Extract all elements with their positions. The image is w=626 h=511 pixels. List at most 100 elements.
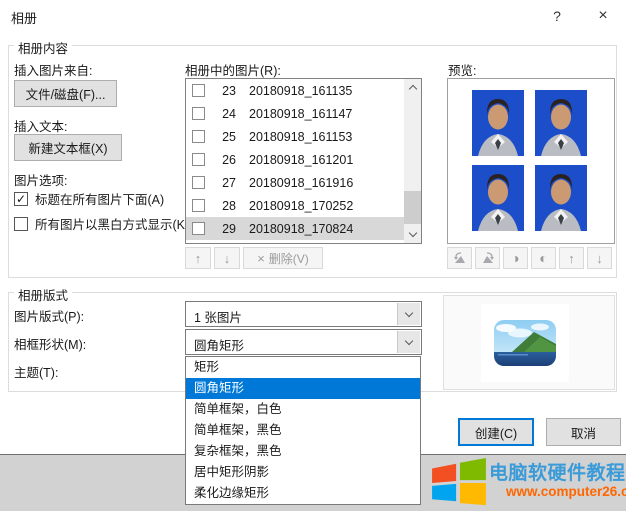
layout-preview-card: [481, 304, 569, 382]
list-scrollbar[interactable]: [404, 79, 421, 243]
frame-shape-option[interactable]: 复杂框架，黑色: [186, 441, 420, 462]
rotate-left-icon: [453, 252, 467, 264]
increase-brightness-button[interactable]: ↑: [559, 247, 584, 269]
picture-list-item-selected[interactable]: 29 20180918_170824: [186, 217, 404, 240]
picture-item-name: 20180918_161135: [249, 84, 352, 98]
move-down-button[interactable]: ↓: [214, 247, 240, 269]
scroll-up-icon[interactable]: [404, 79, 421, 96]
picture-item-checkbox[interactable]: [192, 176, 205, 189]
decrease-contrast-icon: ◐: [539, 251, 547, 265]
picture-item-name: 20180918_170824: [249, 222, 353, 236]
id-photo: [535, 165, 587, 231]
preview-photo-sheet: [472, 90, 587, 231]
help-icon[interactable]: ?: [540, 4, 574, 28]
chevron-down-icon[interactable]: [397, 303, 420, 325]
up-arrow-icon: ↑: [195, 252, 202, 265]
frame-shape-option[interactable]: 矩形: [186, 357, 420, 378]
picture-layout-label: 图片版式(P):: [14, 306, 84, 325]
picture-item-number: 23: [214, 84, 236, 98]
all-pictures-black-white-checkbox[interactable]: 所有图片以黑白方式显示(K): [14, 214, 189, 233]
picture-item-checkbox[interactable]: [192, 153, 205, 166]
chevron-down-icon[interactable]: [397, 331, 420, 353]
increase-contrast-icon: ◑: [511, 251, 519, 265]
preview-pane: [447, 78, 615, 244]
picture-layout-value: 1 张图片: [194, 307, 242, 326]
pictures-in-album-label: 相册中的图片(R):: [185, 60, 281, 79]
checkbox-unchecked-icon: [14, 217, 28, 231]
insert-from-label: 插入图片来自:: [14, 60, 92, 79]
picture-item-number: 24: [214, 107, 236, 121]
picture-layout-combobox[interactable]: 1 张图片: [185, 301, 422, 327]
all-pictures-black-white-label: 所有图片以黑白方式显示(K): [35, 214, 189, 233]
picture-item-checkbox[interactable]: [192, 199, 205, 212]
pictures-listbox[interactable]: 23 20180918_161135 24 20180918_161147 25…: [185, 78, 422, 244]
layout-preview-panel: [443, 295, 615, 390]
frame-shape-dropdown: 矩形 圆角矩形 简单框架，白色 简单框架，黑色 复杂框架，黑色 居中矩形阴影 柔…: [185, 356, 421, 505]
increase-contrast-button[interactable]: ◑: [503, 247, 528, 269]
picture-list-item[interactable]: 24 20180918_161147: [186, 102, 404, 125]
id-photo: [472, 165, 524, 231]
frame-shape-option[interactable]: 柔化边缘矩形: [186, 483, 420, 504]
picture-item-name: 20180918_170252: [249, 199, 353, 213]
picture-item-number: 27: [214, 176, 236, 190]
delete-x-icon: ×: [257, 252, 265, 265]
close-icon[interactable]: ×: [586, 4, 620, 28]
frame-shape-combobox[interactable]: 圆角矩形: [185, 329, 422, 355]
album-content-group-label: 相册内容: [14, 38, 72, 57]
picture-item-number: 25: [214, 130, 236, 144]
delete-button-label: 删除(V): [269, 250, 309, 267]
frame-shape-option[interactable]: 简单框架，白色: [186, 399, 420, 420]
decrease-contrast-button[interactable]: ◐: [531, 247, 556, 269]
picture-list-item[interactable]: 26 20180918_161201: [186, 148, 404, 171]
new-textbox-button[interactable]: 新建文本框(X): [14, 134, 122, 161]
picture-item-checkbox[interactable]: [192, 222, 205, 235]
picture-item-number: 28: [214, 199, 236, 213]
windows-logo-icon: [430, 457, 488, 507]
frame-shape-option[interactable]: 居中矩形阴影: [186, 462, 420, 483]
id-photo: [472, 90, 524, 156]
down-arrow-icon: ↓: [224, 252, 231, 265]
rounded-rectangle-landscape-thumbnail: [494, 320, 556, 366]
frame-shape-label: 相框形状(M):: [14, 334, 86, 353]
page-background: 相册 ? × 相册内容 插入图片来自: 文件/磁盘(F)... 插入文本: 新建…: [0, 0, 626, 511]
cancel-button[interactable]: 取消: [546, 418, 621, 446]
insert-text-label: 插入文本:: [14, 116, 67, 135]
scroll-down-icon[interactable]: [404, 226, 421, 243]
picture-item-number: 26: [214, 153, 236, 167]
captions-below-pictures-checkbox[interactable]: ✓ 标题在所有图片下面(A): [14, 189, 164, 208]
frame-shape-option-selected[interactable]: 圆角矩形: [186, 378, 420, 399]
picture-list-item[interactable]: 27 20180918_161916: [186, 171, 404, 194]
picture-item-name: 20180918_161153: [249, 130, 352, 144]
picture-options-label: 图片选项:: [14, 170, 67, 189]
captions-below-pictures-label: 标题在所有图片下面(A): [35, 189, 164, 208]
picture-item-checkbox[interactable]: [192, 130, 205, 143]
dialog-titlebar: 相册 ? ×: [0, 0, 626, 32]
delete-button[interactable]: × 删除(V): [243, 247, 323, 269]
file-disk-button[interactable]: 文件/磁盘(F)...: [14, 80, 117, 107]
scrollbar-thumb[interactable]: [404, 191, 421, 224]
picture-item-name: 20180918_161201: [249, 153, 353, 167]
create-button[interactable]: 创建(C): [458, 418, 534, 446]
watermark-site-name: 电脑软硬件教程网: [489, 458, 626, 485]
id-photo: [535, 90, 587, 156]
picture-list-item[interactable]: 25 20180918_161153: [186, 125, 404, 148]
picture-list-item[interactable]: 28 20180918_170252: [186, 194, 404, 217]
decrease-brightness-icon: ↓: [596, 252, 603, 265]
decrease-brightness-button[interactable]: ↓: [587, 247, 612, 269]
checkbox-checked-icon: ✓: [14, 192, 28, 206]
picture-list-item[interactable]: 23 20180918_161135: [186, 79, 404, 102]
picture-item-number: 29: [214, 222, 236, 236]
theme-label: 主题(T):: [14, 362, 58, 381]
move-up-button[interactable]: ↑: [185, 247, 211, 269]
picture-item-checkbox[interactable]: [192, 107, 205, 120]
rotate-right-button[interactable]: [475, 247, 500, 269]
picture-item-name: 20180918_161147: [249, 107, 352, 121]
rotate-left-button[interactable]: [447, 247, 472, 269]
rotate-right-icon: [481, 252, 495, 264]
picture-item-checkbox[interactable]: [192, 84, 205, 97]
frame-shape-value: 圆角矩形: [194, 335, 244, 354]
frame-shape-option[interactable]: 简单框架，黑色: [186, 420, 420, 441]
picture-item-name: 20180918_161916: [249, 176, 353, 190]
preview-label: 预览:: [448, 60, 476, 79]
dialog-title: 相册: [11, 8, 37, 27]
